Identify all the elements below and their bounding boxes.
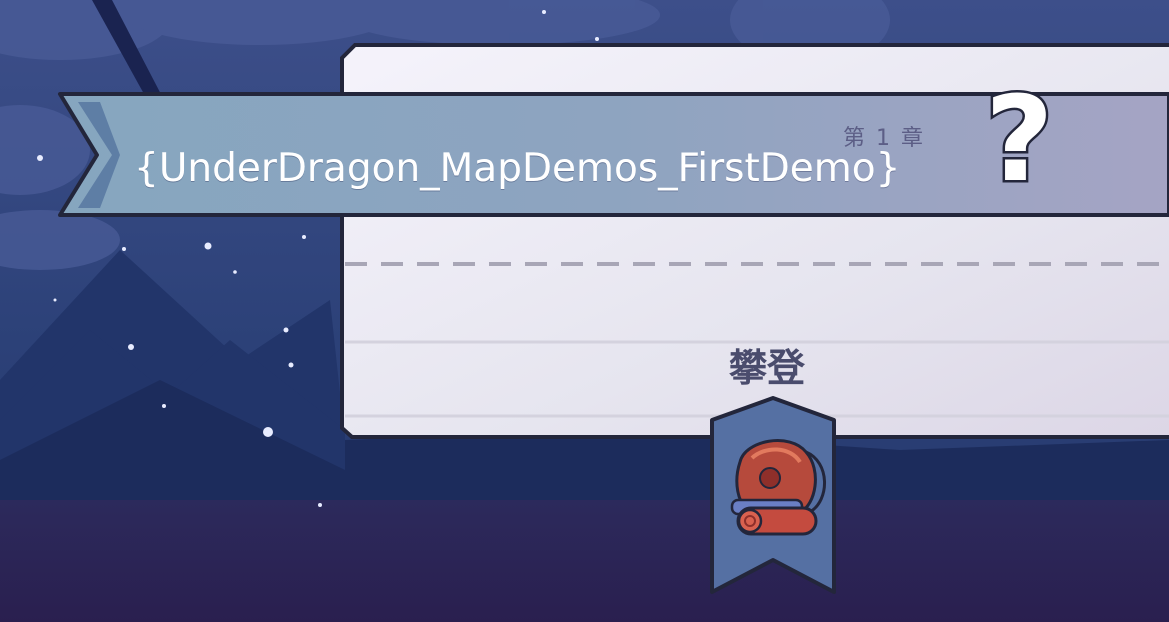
skill-badge[interactable] [0,0,1169,622]
game-scene: 第 1 章 {UnderDragon_MapDemos_FirstDemo} ?… [0,0,1169,622]
backpack-icon [730,439,826,536]
